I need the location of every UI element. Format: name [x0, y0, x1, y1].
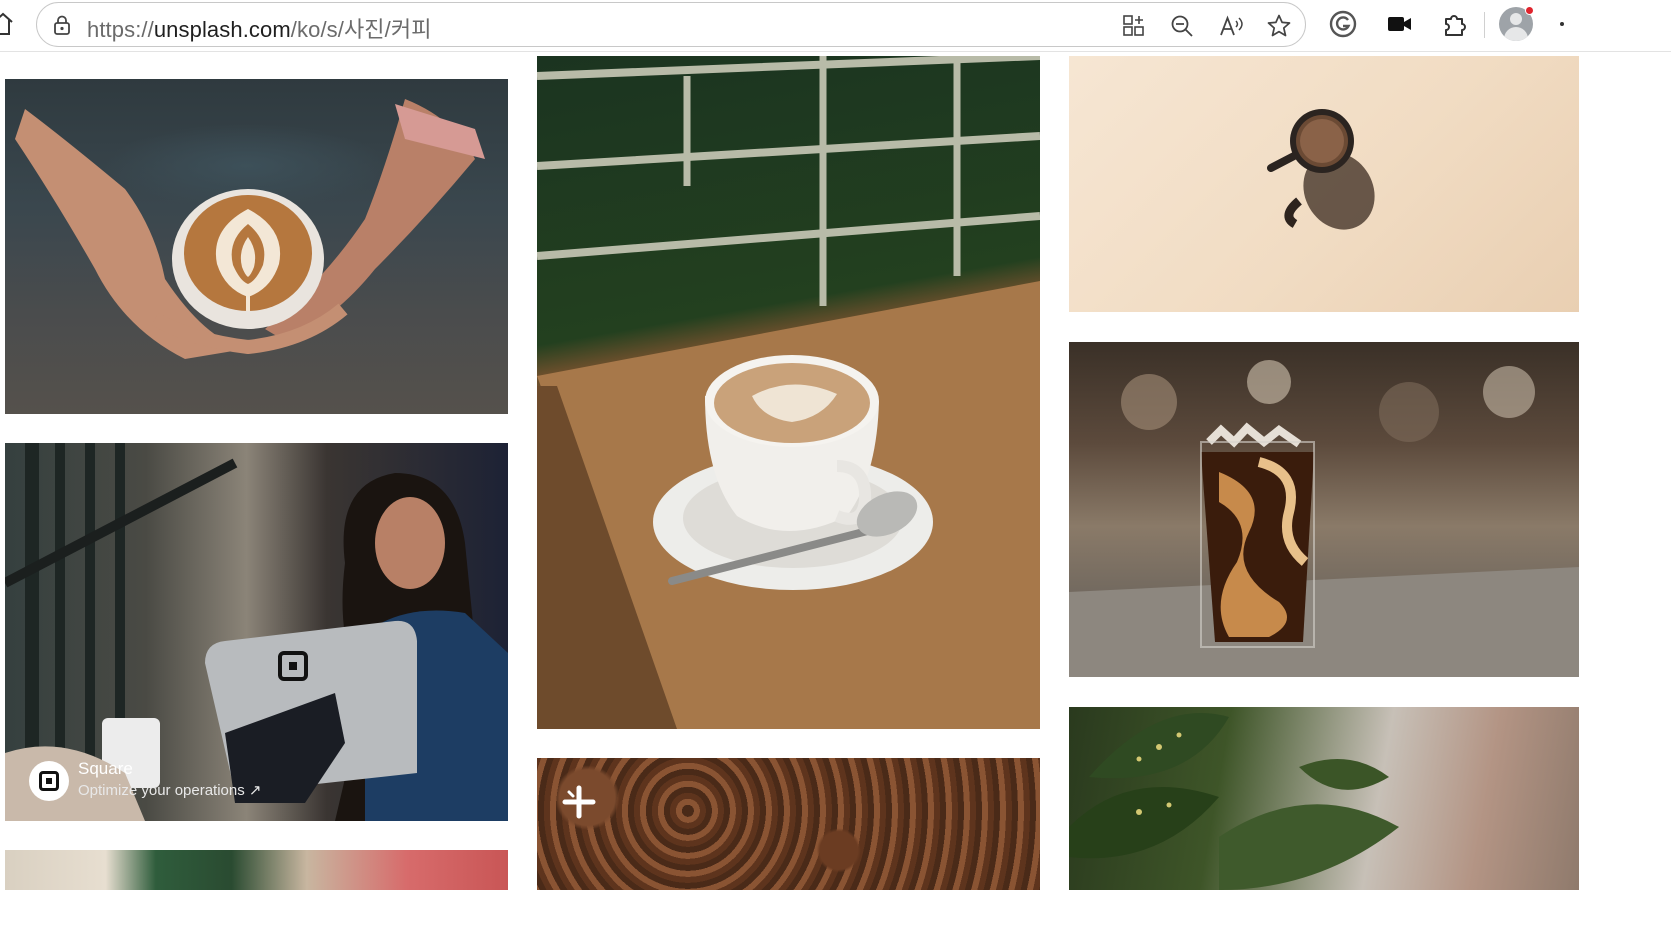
favorite-star-icon[interactable] [1266, 13, 1292, 39]
avatar-body [1504, 27, 1528, 41]
toolbar-divider [1484, 12, 1485, 38]
url-path: /ko/s/사진/커피 [290, 17, 432, 42]
grammarly-icon[interactable] [1328, 9, 1358, 39]
url-text[interactable]: https://unsplash.com/ko/s/사진/커피 [87, 12, 432, 44]
lock-icon[interactable] [51, 14, 73, 36]
photo-latte-art-hands-image [15, 99, 485, 359]
plus-badge-icon[interactable] [561, 784, 597, 820]
photo-latte-art-hands[interactable] [5, 79, 508, 414]
photo-latte-wood-counter-image [537, 56, 1040, 729]
read-aloud-icon[interactable] [1218, 13, 1244, 39]
sponsor-tagline-text: Optimize your operations [78, 782, 245, 799]
home-icon[interactable] [0, 12, 14, 36]
sponsor-tagline[interactable]: Optimize your operations ↗ [78, 781, 262, 799]
photo-espresso-beige-image [1267, 109, 1375, 230]
avatar-head [1510, 13, 1522, 25]
sponsor-name[interactable]: Square [78, 759, 133, 779]
photo-iced-coffee[interactable] [1069, 342, 1579, 677]
photo-espresso-beige[interactable] [1069, 56, 1579, 312]
external-link-arrow-icon: ↗ [248, 782, 262, 799]
zoom-out-icon[interactable] [1169, 13, 1195, 39]
more-icon[interactable] [1560, 22, 1564, 26]
url-host: unsplash.com [153, 17, 291, 42]
photo-coffee-beans[interactable] [537, 758, 1040, 890]
extensions-puzzle-icon[interactable] [1440, 9, 1470, 39]
app-available-icon[interactable] [1121, 13, 1147, 39]
photo-latte-wood-counter[interactable] [537, 56, 1040, 729]
url-scheme: https:// [87, 17, 154, 42]
video-capture-icon[interactable] [1384, 9, 1414, 39]
square-logo-center [46, 778, 52, 784]
browser-toolbar: https://unsplash.com/ko/s/사진/커피 [0, 0, 1671, 52]
address-bar[interactable]: https://unsplash.com/ko/s/사진/커피 [36, 2, 1306, 47]
photo-plant-leaves[interactable] [1069, 707, 1579, 890]
photo-partial-bottom[interactable] [5, 850, 508, 890]
photo-plant-leaves-image [1069, 713, 1399, 890]
photo-iced-coffee-image [1069, 360, 1579, 677]
photo-sponsored-square[interactable]: Square Optimize your operations ↗ [5, 443, 508, 821]
notification-dot [1525, 6, 1534, 15]
square-logo-icon[interactable] [29, 761, 69, 801]
